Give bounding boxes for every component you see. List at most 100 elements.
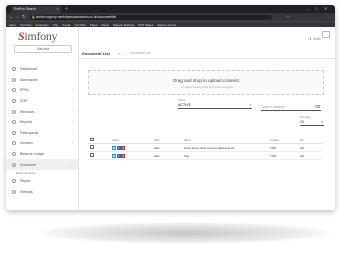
- select-all-checkbox[interactable]: [90, 137, 94, 142]
- tab-close-icon[interactable]: ✕: [56, 6, 59, 13]
- sidebar: Simfony Marvista Dashboard Admissions PP…: [6, 27, 79, 210]
- chevron-right-icon: ›: [71, 109, 73, 114]
- search-clear-icon[interactable]: ⌫: [314, 104, 320, 110]
- ledger-icon: [12, 152, 16, 157]
- sidebar-item-windows[interactable]: Windows ›: [6, 106, 78, 117]
- sidebar-item-label: Admissions: [20, 77, 38, 82]
- sidebar-item-label: Settings: [20, 189, 33, 194]
- view-icon[interactable]: 👁: [112, 153, 116, 158]
- menu-toggle-icon[interactable]: [322, 31, 330, 38]
- breadcrumb-separator: ›: [124, 50, 126, 56]
- sidebar-item-label: Report: [20, 179, 31, 184]
- sidebar-subitem-label: Document List: [16, 170, 36, 175]
- minimize-icon[interactable]: –: [306, 5, 308, 13]
- sidebar-item-document[interactable]: Document ⌄: [6, 159, 78, 170]
- chevron-right-icon: ›: [71, 120, 73, 125]
- sidebar-item-admissions[interactable]: Admissions: [6, 75, 78, 86]
- app-content: Simfony Marvista Dashboard Admissions PP…: [6, 27, 335, 210]
- sidebar-item-dashboard[interactable]: Dashboard: [6, 64, 78, 75]
- chevron-down-icon: ▾: [249, 103, 251, 107]
- home-icon[interactable]: ⌂: [118, 51, 120, 56]
- star-icon[interactable]: ☆: [286, 13, 290, 21]
- close-window-icon[interactable]: ✕: [324, 5, 327, 13]
- url-text: simfon.myprop.mmfrdpmsuofsoudma.co.uk/do…: [36, 14, 116, 19]
- search-input[interactable]: Type to Search ⌫: [261, 104, 321, 111]
- address-bar: ← → ↻ 🔒 simfon.myprop.mmfrdpmsuofsoudma.…: [6, 13, 335, 21]
- company-button[interactable]: Marvista: [14, 45, 72, 53]
- cell-name: fred: [182, 151, 268, 160]
- tab-strip: SimFon Search ✕ + – □ ✕: [6, 5, 335, 13]
- cell-date: date: [152, 151, 182, 160]
- delete-icon[interactable]: ✕: [121, 145, 125, 150]
- ppes-icon: [12, 88, 16, 93]
- browser-window: SimFon Search ✕ + – □ ✕ ← → ↻ 🔒 simfon.m…: [6, 5, 335, 210]
- sidebar-item-settings[interactable]: Settings: [6, 187, 78, 198]
- cell-date: date: [152, 143, 182, 152]
- browser-tab[interactable]: SimFon Search ✕: [11, 6, 61, 13]
- cell-ext: pdf: [298, 143, 322, 152]
- window-shadow: [40, 222, 330, 244]
- upload-dropzone[interactable]: Drag and drop to upload content! ...or c…: [88, 70, 324, 95]
- edit-icon[interactable]: ✎: [116, 145, 121, 150]
- admissions-icon: [12, 77, 16, 82]
- table-row[interactable]: 👁 ✎ ✕ date fred 7700 pdf: [88, 151, 322, 160]
- maximize-icon[interactable]: □: [315, 5, 317, 13]
- url-input[interactable]: 🔒 simfon.myprop.mmfrdpmsuofsoudma.co.uk/…: [30, 14, 272, 20]
- cell-ext: pdf: [298, 151, 322, 160]
- sor-icon: [12, 99, 16, 104]
- sidebar-item-report[interactable]: Report: [6, 176, 78, 187]
- sidebar-item-label: PPEs: [20, 88, 29, 93]
- row-select: [88, 143, 110, 152]
- reports-icon: [12, 120, 16, 125]
- chevron-down-icon: ⌄: [70, 162, 73, 167]
- new-tab-button[interactable]: +: [65, 5, 68, 13]
- view-icon[interactable]: 👁: [112, 145, 116, 150]
- cell-number: 7700: [268, 151, 298, 160]
- sidebar-item-label: SOR: [20, 99, 28, 104]
- per-page-filter[interactable]: Per Page 10 ▾: [300, 116, 324, 126]
- forward-icon[interactable]: →: [15, 13, 20, 21]
- sidebar-item-balance-ledger[interactable]: Balance Ledger: [6, 149, 78, 160]
- breadcrumb: Document List ⌂ › Document List: [78, 49, 335, 59]
- browser-menu-icon[interactable]: ⋮: [326, 13, 330, 21]
- per-page-select[interactable]: 10 ▾: [300, 119, 324, 126]
- reload-icon[interactable]: ↻: [22, 13, 26, 21]
- status-filter[interactable]: Status ACTIVE ▾: [178, 99, 252, 109]
- report-icon: [12, 179, 16, 184]
- row-actions: 👁 ✎ ✕: [110, 143, 152, 152]
- sidebar-item-label: Invoices: [20, 141, 33, 146]
- sidebar-item-label: Reports: [20, 120, 33, 125]
- top-bar: Hi, Kevin: [78, 27, 335, 49]
- sidebar-item-invoices[interactable]: Invoices ›: [6, 138, 78, 149]
- row-checkbox[interactable]: [90, 153, 94, 157]
- sidebar-item-label: Balance Ledger: [20, 152, 45, 157]
- chevron-right-icon: ›: [71, 88, 73, 93]
- back-icon[interactable]: ←: [9, 13, 14, 21]
- sidebar-menu: Dashboard Admissions PPEs › SOR › Windows ›…: [6, 64, 78, 197]
- lock-icon: 🔒: [31, 14, 36, 19]
- participants-icon: [12, 130, 16, 135]
- delete-icon[interactable]: ✕: [121, 153, 125, 158]
- sidebar-item-ppes[interactable]: PPEs ›: [6, 85, 78, 96]
- sidebar-item-sor[interactable]: SOR ›: [6, 96, 78, 107]
- edit-icon[interactable]: ✎: [116, 153, 121, 158]
- dropzone-title: Drag and drop to upload content!: [173, 78, 239, 83]
- sidebar-item-participants[interactable]: Participants ›: [6, 128, 78, 139]
- chevron-right-icon: ›: [71, 141, 73, 146]
- user-greeting[interactable]: Hi, Kevin: [308, 37, 321, 41]
- logo-text: imfony: [24, 29, 58, 43]
- status-value: ACTIVE: [178, 103, 191, 107]
- logo: Simfony: [18, 29, 58, 44]
- table-row[interactable]: 👁 ✎ ✕ date lorem ipsum dolor sit amet adip…: [88, 143, 322, 152]
- sidebar-item-label: Windows: [20, 109, 35, 114]
- chevron-down-icon: ▾: [321, 120, 323, 124]
- sidebar-item-reports[interactable]: Reports ›: [6, 117, 78, 128]
- windows-icon: [12, 109, 16, 114]
- cell-name: lorem ipsum dolor sit amet adipiscing el…: [182, 143, 268, 152]
- documents-table: Action Date Name Number Ext 👁 ✎ ✕ date l…: [88, 137, 322, 160]
- tab-title: SimFon Search: [14, 7, 36, 11]
- row-checkbox[interactable]: [90, 145, 94, 149]
- page-title: Document List: [82, 50, 110, 56]
- document-icon: [12, 162, 16, 167]
- status-select[interactable]: ACTIVE ▾: [178, 102, 252, 109]
